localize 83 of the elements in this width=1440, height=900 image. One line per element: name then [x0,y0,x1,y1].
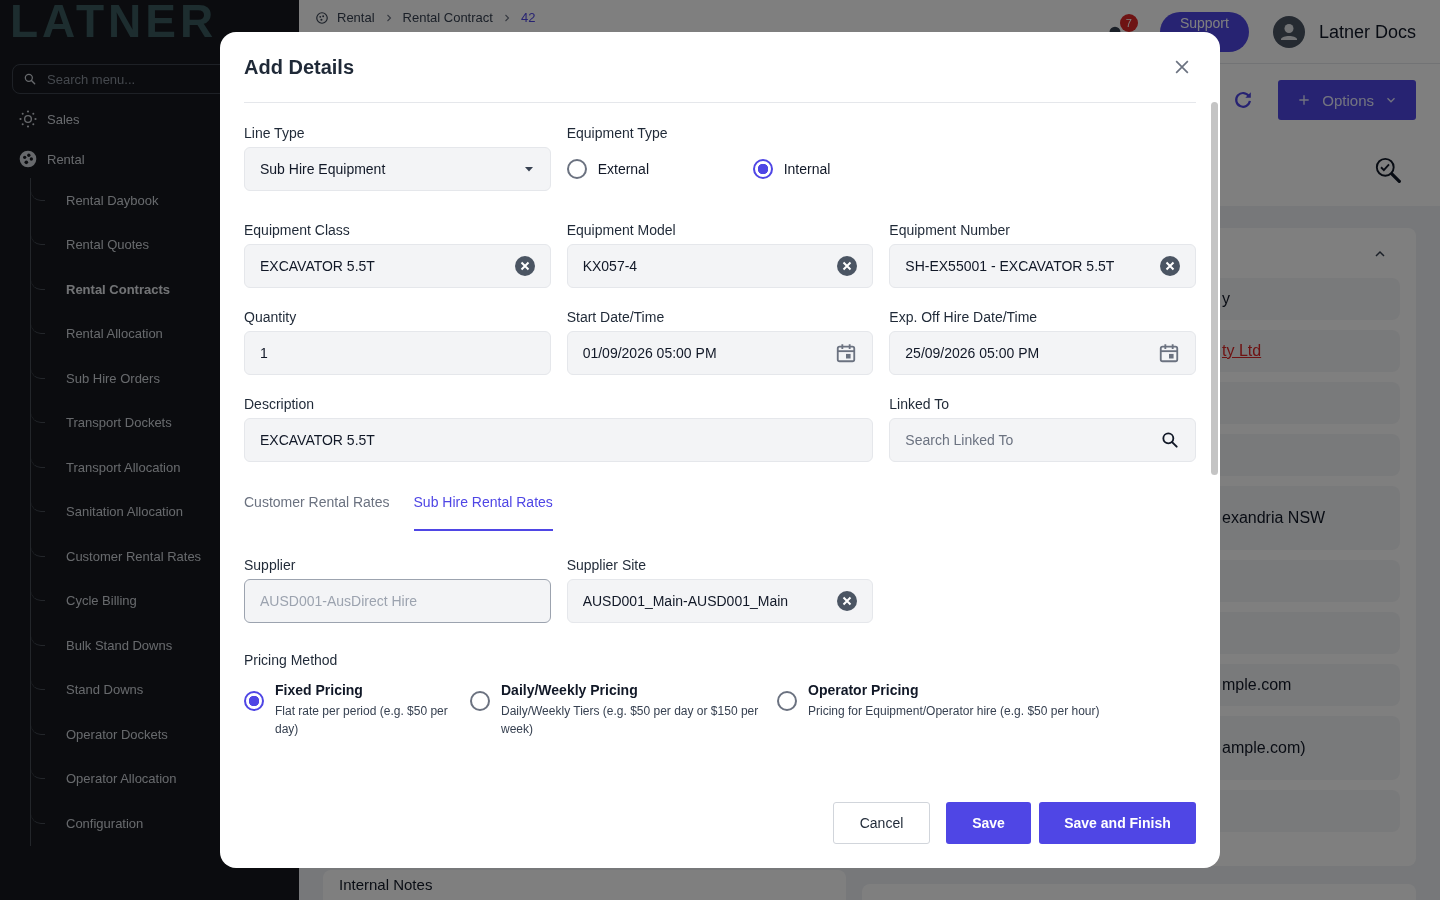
sidebar-item[interactable]: Rental [12,144,85,174]
input-field[interactable]: KX057-4 [566,244,874,288]
input-field[interactable]: 1 [244,331,551,375]
sidebar-item[interactable]: Operator Dockets [66,726,168,742]
breadcrumb-item[interactable]: Rental [337,10,375,25]
sidebar-item[interactable]: Configuration [66,815,144,831]
user-name: Latner Docs [1318,21,1416,44]
network-icon [18,109,38,129]
radio-button[interactable] [752,159,773,179]
palette-icon [18,149,38,169]
palette-icon [315,10,329,25]
sidebar-item[interactable]: Bulk Stand Downs [66,637,173,653]
sidebar-item[interactable]: Sanitation Allocation [66,504,184,520]
field-label: Equipment Model [566,222,677,238]
input-field[interactable]: EXCAVATOR 5.5T [244,244,551,288]
sidebar-item[interactable]: Rental Quotes [66,237,150,253]
option-title: Fixed Pricing [275,682,364,698]
tab[interactable]: Customer Rental Rates [244,494,390,531]
radio-button[interactable] [566,159,587,179]
option-label: External [597,161,649,177]
field-label: Supplier Site [566,557,648,573]
calendar-icon[interactable] [835,342,858,364]
dialog-title: Add Details [244,55,355,79]
date-field[interactable]: 01/09/2026 05:00 PM [566,331,874,375]
clear-icon[interactable] [1160,256,1180,276]
field-value: mple.com [1222,676,1292,694]
calendar-icon[interactable] [1158,342,1180,364]
customer-link[interactable]: ty Ltd [1222,342,1262,360]
section-title: Internal Notes [339,876,433,893]
radio-button[interactable] [244,691,264,711]
dropdown[interactable]: Sub Hire Equipment [244,147,551,191]
search-check-icon[interactable] [1374,156,1404,186]
input-field[interactable]: SH-EX55001 - EXCAVATOR 5.5T [889,244,1196,288]
field-label: Exp. Off Hire Date/Time [889,309,1039,325]
option-description: Pricing for Equipment/Operator hire (e.g. $50 per hour) [808,703,1100,720]
radio-button[interactable] [470,691,490,711]
sidebar-item[interactable]: Operator Allocation [66,771,177,787]
sidebar-item[interactable]: Transport Dockets [66,415,172,431]
field-label: Start Date/Time [566,309,666,325]
date-field[interactable]: 25/09/2026 05:00 PM [889,331,1196,375]
input-field[interactable]: AUSD001_Main-AUSD001_Main [566,579,874,623]
option-title: Daily/Weekly Pricing [501,682,639,698]
field-label: Supplier [244,557,297,573]
search-icon[interactable] [1160,430,1180,450]
clear-icon[interactable] [514,256,535,276]
search-icon [23,72,37,86]
field-value: exandria NSW [1222,509,1326,527]
field-label: Linked To [889,396,950,412]
sidebar-item[interactable]: Customer Rental Rates [66,548,202,564]
field-label: Pricing Method [244,652,339,668]
sidebar-item[interactable]: Sub Hire Orders [66,370,160,386]
option-description: Flat rate per period (e.g. $50 per day) [275,703,449,738]
sidebar-item[interactable]: Rental Allocation [66,326,163,342]
sidebar-item[interactable]: Transport Allocation [66,459,181,475]
field-label: Equipment Type [566,125,669,141]
sidebar-item[interactable]: Sales [12,104,80,134]
field-label: Line Type [244,125,306,141]
avatar-icon [1272,16,1305,48]
option-label: Internal [783,161,831,177]
option-title: Operator Pricing [808,682,920,698]
clear-icon[interactable] [837,591,858,611]
sidebar-item[interactable]: Rental Contracts [66,281,171,297]
field-label: Quantity [244,309,298,325]
option-description: Daily/Weekly Tiers (e.g. $50 per day or $150 per week) [501,703,760,738]
sidebar-item[interactable]: Stand Downs [66,682,144,698]
field-value: ample.com) [1222,739,1306,757]
tab[interactable]: Sub Hire Rental Rates [413,494,553,531]
breadcrumb-item[interactable]: 42 [520,10,536,25]
field-label: Equipment Number [889,222,1011,238]
field-label: Description [244,396,316,412]
notification-badge: 7 [1119,14,1138,32]
clear-icon[interactable] [837,256,858,276]
options-button[interactable]: Options [1278,80,1416,120]
field-value: y [1222,290,1230,308]
field-label: Equipment Class [244,222,351,238]
sidebar-item[interactable]: Cycle Billing [66,593,137,609]
breadcrumb-item[interactable]: Rental Contract [402,10,493,25]
save-button[interactable]: Save and Finish [1039,802,1196,844]
input-field[interactable]: EXCAVATOR 5.5T [244,418,874,462]
radio-button[interactable] [777,691,797,711]
cancel-button[interactable]: Cancel [833,802,930,844]
sidebar-item[interactable]: Rental Daybook [66,192,159,208]
save-button[interactable]: Save [946,802,1031,844]
